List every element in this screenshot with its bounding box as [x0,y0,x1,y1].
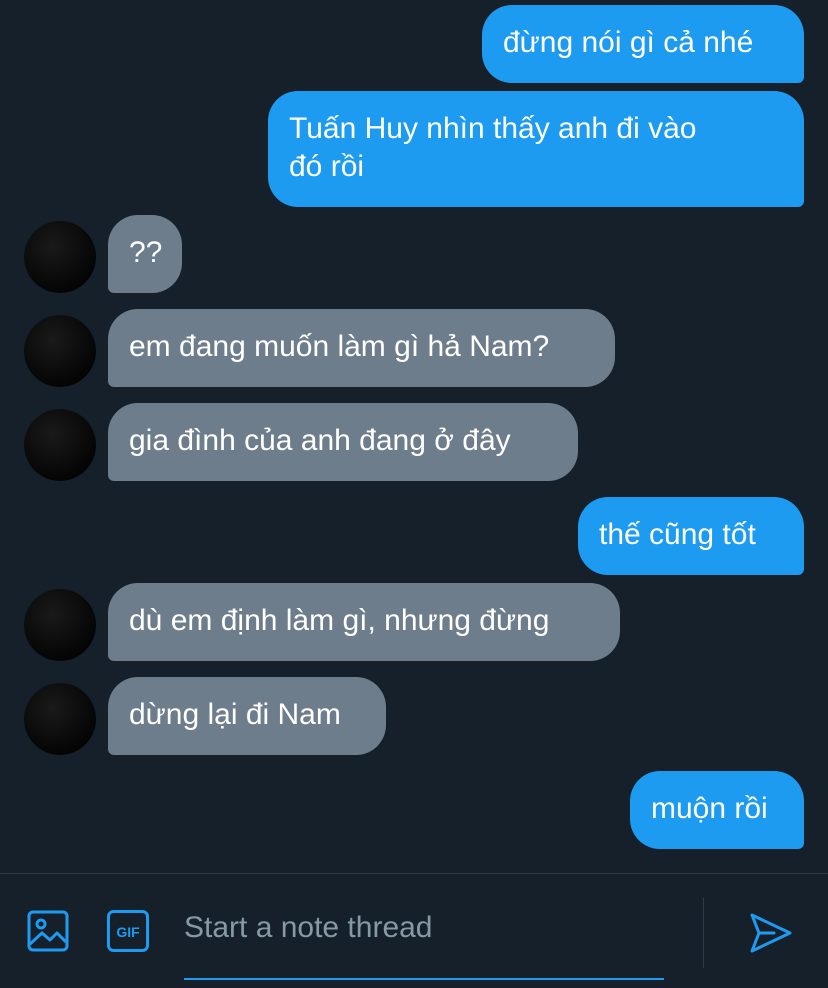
gif-icon[interactable]: GIF [106,909,150,953]
message-bubble-outgoing[interactable]: thế cũng tốt [578,497,804,575]
message-bubble-incoming[interactable]: em đang muốn làm gì hả Nam? [108,309,615,387]
message-bubble-outgoing[interactable]: đừng nói gì cả nhé [482,5,804,83]
divider [703,898,704,968]
gif-label: GIF [116,924,140,940]
avatar[interactable] [24,409,96,481]
input-underline [184,978,664,980]
avatar[interactable] [24,221,96,293]
chat-screen: đừng nói gì cả nhé Tuấn Huy nhìn thấy an… [0,0,828,988]
message-bubble-incoming[interactable]: gia đình của anh đang ở đây [108,403,578,481]
send-button[interactable] [748,910,794,956]
avatar[interactable] [24,315,96,387]
composer-bar: GIF [0,873,828,988]
note-thread-input[interactable] [184,904,664,952]
message-bubble-incoming[interactable]: dù em định làm gì, nhưng đừng [108,583,620,661]
avatar[interactable] [24,683,96,755]
avatar[interactable] [24,589,96,661]
message-bubble-outgoing[interactable]: Tuấn Huy nhìn thấy anh đi vào đó rồi [268,91,804,207]
send-icon [750,913,792,953]
message-bubble-incoming[interactable]: ?? [108,215,182,293]
message-bubble-incoming[interactable]: dừng lại đi Nam [108,677,386,755]
image-icon[interactable] [26,909,70,953]
message-bubble-outgoing[interactable]: muộn rồi [630,771,804,849]
